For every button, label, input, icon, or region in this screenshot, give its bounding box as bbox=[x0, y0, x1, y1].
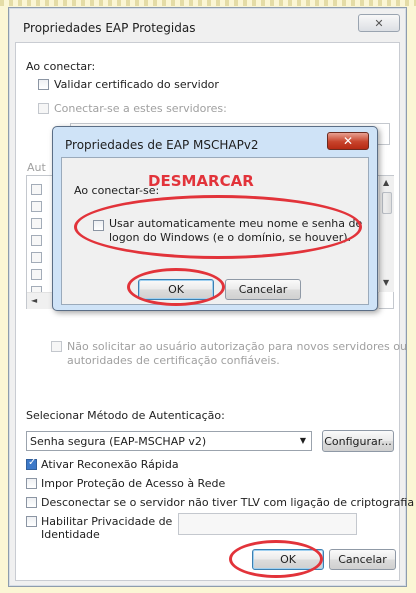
identity-privacy-input[interactable] bbox=[178, 513, 357, 535]
no-prompt-label-line1: Não solicitar ao usuário autorização par… bbox=[67, 340, 407, 353]
close-icon: ✕ bbox=[342, 134, 354, 148]
identity-privacy-label-line2: Identidade bbox=[41, 528, 100, 541]
dialog-title: Propriedades de EAP MSCHAPv2 bbox=[65, 138, 259, 152]
nap-label: Impor Proteção de Acesso à Rede bbox=[41, 477, 226, 490]
mschapv2-dialog: Propriedades de EAP MSCHAPv2 ✕ Ao conect… bbox=[52, 126, 378, 311]
connect-section-label: Ao conectar: bbox=[26, 60, 96, 73]
configure-button[interactable]: Configurar... bbox=[322, 430, 394, 452]
list-item-checkbox[interactable] bbox=[31, 269, 42, 280]
identity-privacy-checkbox[interactable] bbox=[26, 516, 37, 527]
authorities-label: Aut bbox=[27, 161, 46, 174]
cancel-button[interactable]: Cancelar bbox=[329, 549, 396, 570]
connect-servers-label: Conectar-se a estes servidores: bbox=[54, 102, 227, 115]
window-title: Propriedades EAP Protegidas bbox=[23, 21, 196, 35]
list-item-checkbox[interactable] bbox=[31, 252, 42, 263]
auth-method-label: Selecionar Método de Autenticação: bbox=[26, 409, 225, 422]
identity-privacy-label-line1: Habilitar Privacidade de bbox=[41, 515, 173, 528]
window-content: Ao conectar: Validar certificado do serv… bbox=[15, 42, 414, 581]
list-item-checkbox[interactable] bbox=[31, 184, 42, 195]
auth-method-select[interactable]: Senha segura (EAP-MSCHAP v2) ▼ bbox=[26, 431, 312, 451]
no-prompt-checkbox[interactable] bbox=[51, 341, 62, 352]
auto-login-checkbox[interactable] bbox=[93, 220, 104, 231]
scrollbar-thumb[interactable] bbox=[382, 192, 392, 214]
connect-servers-checkbox[interactable] bbox=[38, 103, 49, 114]
auto-login-label-line2: logon do Windows (e o domínio, se houver… bbox=[109, 231, 352, 244]
dialog-cancel-button[interactable]: Cancelar bbox=[225, 279, 301, 300]
no-prompt-label-line2: autoridades de certificação confiáveis. bbox=[67, 354, 280, 367]
auto-login-label-line1: Usar automaticamente meu nome e senha de bbox=[109, 217, 363, 230]
fast-reconnect-checkbox[interactable] bbox=[26, 457, 37, 470]
validate-cert-label: Validar certificado do servidor bbox=[54, 78, 219, 91]
chevron-down-icon: ▼ bbox=[299, 436, 306, 445]
dialog-ok-button[interactable]: OK bbox=[138, 279, 214, 300]
annotation-text: DESMARCAR bbox=[148, 172, 254, 190]
nap-checkbox[interactable] bbox=[26, 478, 37, 489]
list-item-checkbox[interactable] bbox=[31, 201, 42, 212]
scroll-left-arrow-icon[interactable]: ◄ bbox=[31, 296, 37, 305]
dialog-connect-label: Ao conectar-se: bbox=[74, 184, 160, 197]
scroll-up-arrow-icon[interactable]: ▲ bbox=[383, 178, 389, 187]
ok-button[interactable]: OK bbox=[252, 549, 324, 570]
fast-reconnect-label: Ativar Reconexão Rápida bbox=[41, 458, 179, 471]
list-item-checkbox[interactable] bbox=[31, 235, 42, 246]
list-item-checkbox[interactable] bbox=[31, 218, 42, 229]
list-vertical-scrollbar[interactable]: ▲ ▼ bbox=[379, 176, 394, 292]
disconnect-tlv-checkbox[interactable] bbox=[26, 497, 37, 508]
validate-cert-checkbox[interactable] bbox=[38, 79, 49, 90]
close-icon: ✕ bbox=[374, 16, 384, 30]
scroll-down-arrow-icon[interactable]: ▼ bbox=[383, 278, 389, 287]
window-close-button[interactable]: ✕ bbox=[358, 14, 400, 32]
dialog-close-button[interactable]: ✕ bbox=[327, 132, 369, 150]
page-border-dots bbox=[0, 0, 416, 6]
auth-method-value: Senha segura (EAP-MSCHAP v2) bbox=[30, 435, 207, 448]
disconnect-tlv-label: Desconectar se o servidor não tiver TLV … bbox=[41, 496, 415, 509]
